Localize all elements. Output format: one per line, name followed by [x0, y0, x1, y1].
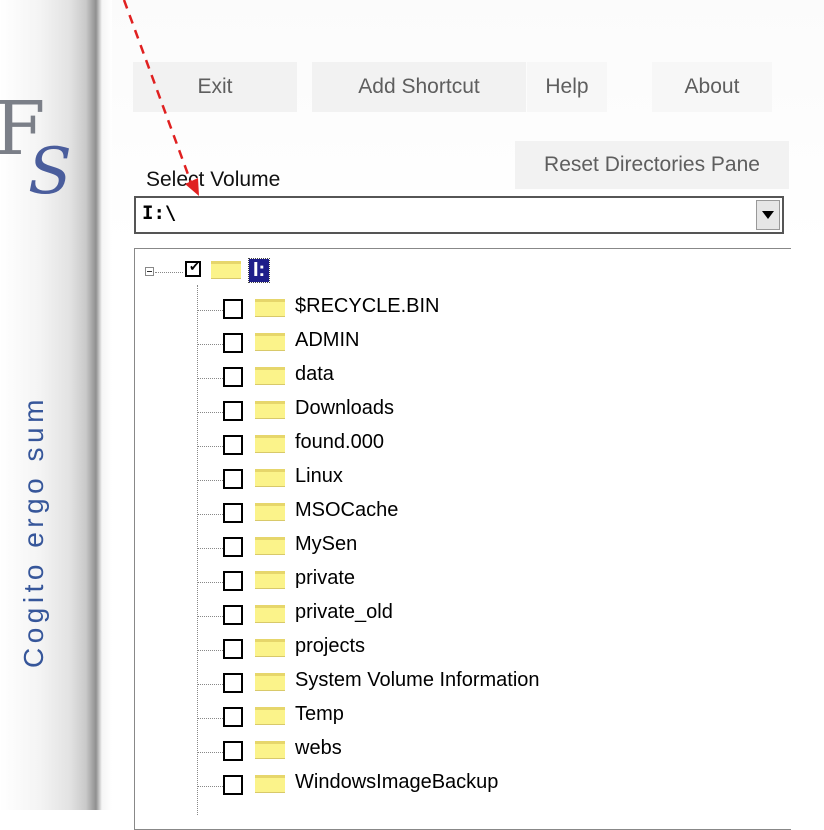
- annotation-arrow-line: [122, 0, 195, 189]
- annotation-arrow-head: [185, 178, 199, 196]
- annotation-arrow: [122, 0, 199, 196]
